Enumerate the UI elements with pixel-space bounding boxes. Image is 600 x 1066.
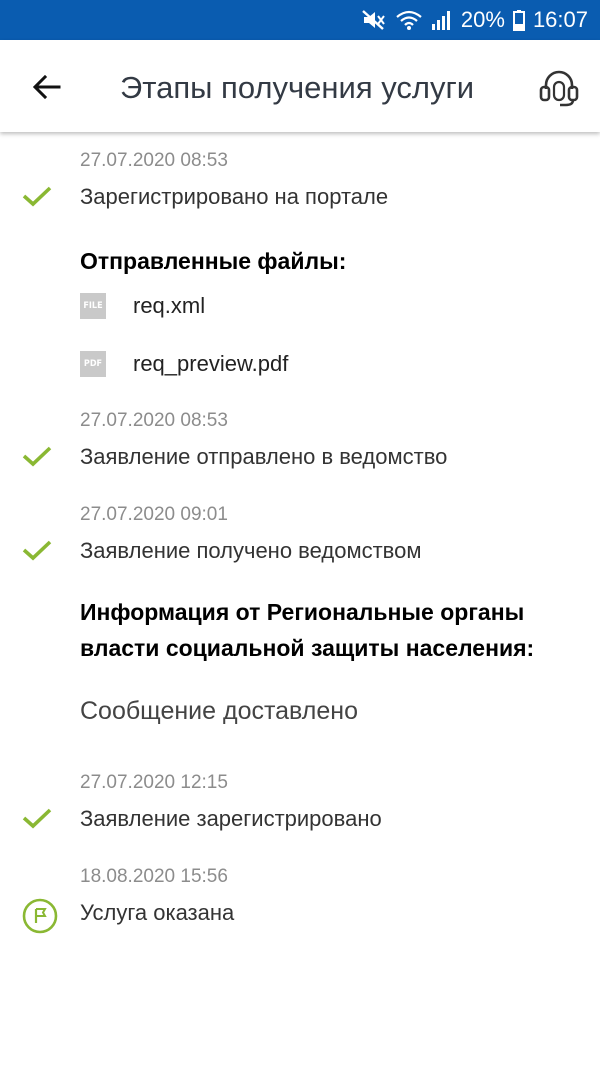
- xml-file-icon: FILE: [80, 293, 106, 319]
- back-button[interactable]: [22, 62, 72, 112]
- signal-icon: [431, 9, 453, 31]
- app-bar: Этапы получения услуги: [0, 40, 600, 132]
- check-icon: [22, 186, 52, 207]
- step-label: Услуга оказана: [80, 900, 235, 925]
- clock-time: 16:07: [532, 7, 588, 32]
- step-date: 27.07.2020 09:01: [80, 504, 228, 525]
- step-date: 27.07.2020 08:53: [80, 410, 228, 431]
- flag-icon: [22, 898, 58, 934]
- step-label: Заявление отправлено в ведомство: [80, 444, 448, 469]
- battery-percent: 20%: [460, 7, 505, 32]
- step-label: Заявление зарегистрировано: [80, 806, 382, 831]
- check-icon: [22, 446, 52, 467]
- info-message: Сообщение доставлено: [80, 697, 358, 725]
- headset-icon: [539, 70, 579, 107]
- files-section-title: Отправленные файлы:: [80, 248, 347, 274]
- info-section-title-line1: Информация от Региональные органы: [80, 599, 525, 625]
- status-icons: 20% 16:07: [361, 0, 588, 40]
- file-link-req-preview-pdf[interactable]: req_preview.pdf: [133, 351, 288, 377]
- battery-icon: [512, 9, 525, 31]
- step-date: 27.07.2020 12:15: [80, 772, 228, 793]
- pdf-file-icon: PDF: [80, 351, 106, 377]
- step-label: Зарегистрировано на портале: [80, 184, 389, 209]
- check-icon: [22, 808, 52, 829]
- mute-icon: [361, 9, 387, 31]
- step-date: 27.07.2020 08:53: [80, 150, 228, 171]
- support-button[interactable]: [534, 64, 584, 112]
- check-icon: [22, 540, 52, 561]
- page-title: Этапы получения услуги: [120, 70, 475, 105]
- back-arrow-icon: [33, 75, 61, 99]
- wifi-icon: [395, 9, 423, 31]
- file-link-req-xml[interactable]: req.xml: [133, 293, 205, 319]
- status-bar: 20% 16:07: [0, 0, 600, 40]
- info-section-title-line2: власти социальной защиты населения:: [80, 635, 535, 661]
- step-date: 18.08.2020 15:56: [80, 866, 228, 887]
- step-label: Заявление получено ведомством: [80, 538, 422, 563]
